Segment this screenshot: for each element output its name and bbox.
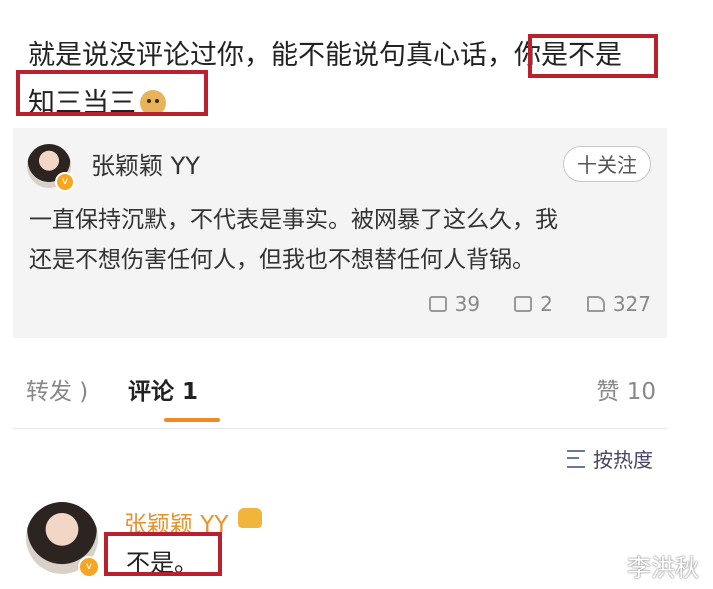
thumbs-up-icon (586, 296, 605, 312)
sort-label: 按热度 (593, 448, 653, 472)
body-line-1: 一直保持沉默，不代表是事实。被网暴了这么久，我 (29, 207, 558, 233)
tab-like[interactable]: 赞 10 (596, 372, 656, 406)
share-icon (428, 296, 447, 312)
repost-stat[interactable]: 39 (428, 292, 481, 316)
highlight-box-1 (528, 34, 658, 78)
sort-button[interactable]: 按热度 (567, 444, 653, 473)
comment-count: 2 (540, 292, 553, 316)
follow-button[interactable]: 十关注 (563, 146, 651, 182)
like-count: 327 (612, 292, 651, 316)
crown-badge-icon (238, 508, 262, 528)
like-stat[interactable]: 327 (586, 292, 651, 316)
post-body: 一直保持沉默，不代表是事实。被网暴了这么久，我 还是不想伤害任何人，但我也不想替… (29, 200, 649, 280)
quoted-post-card[interactable]: v 张颖颖 YY 十关注 一直保持沉默，不代表是事实。被网暴了这么久，我 还是不… (13, 128, 667, 338)
highlight-box-3 (104, 532, 222, 576)
repost-count: 39 (454, 292, 481, 316)
comment-icon (514, 296, 533, 312)
watermark: 李洪秋 (627, 554, 699, 582)
tab-bar: 转发 ) 评论 1 赞 10 (26, 372, 656, 422)
sort-icon (567, 449, 585, 468)
verified-badge-icon: v (78, 556, 100, 578)
tab-repost[interactable]: 转发 ) (26, 372, 88, 406)
active-tab-indicator (164, 418, 220, 422)
tab-comment[interactable]: 评论 1 (128, 372, 198, 406)
body-line-2: 还是不想伤害任何人，但我也不想替任何人背锅。 (29, 247, 535, 273)
verified-badge-icon: v (55, 172, 75, 192)
author-name[interactable]: 张颖颖 YY (91, 146, 200, 181)
post-stats: 39 2 327 (428, 292, 651, 316)
divider (13, 428, 667, 429)
highlight-box-2 (16, 70, 208, 116)
comment-stat[interactable]: 2 (514, 292, 553, 316)
